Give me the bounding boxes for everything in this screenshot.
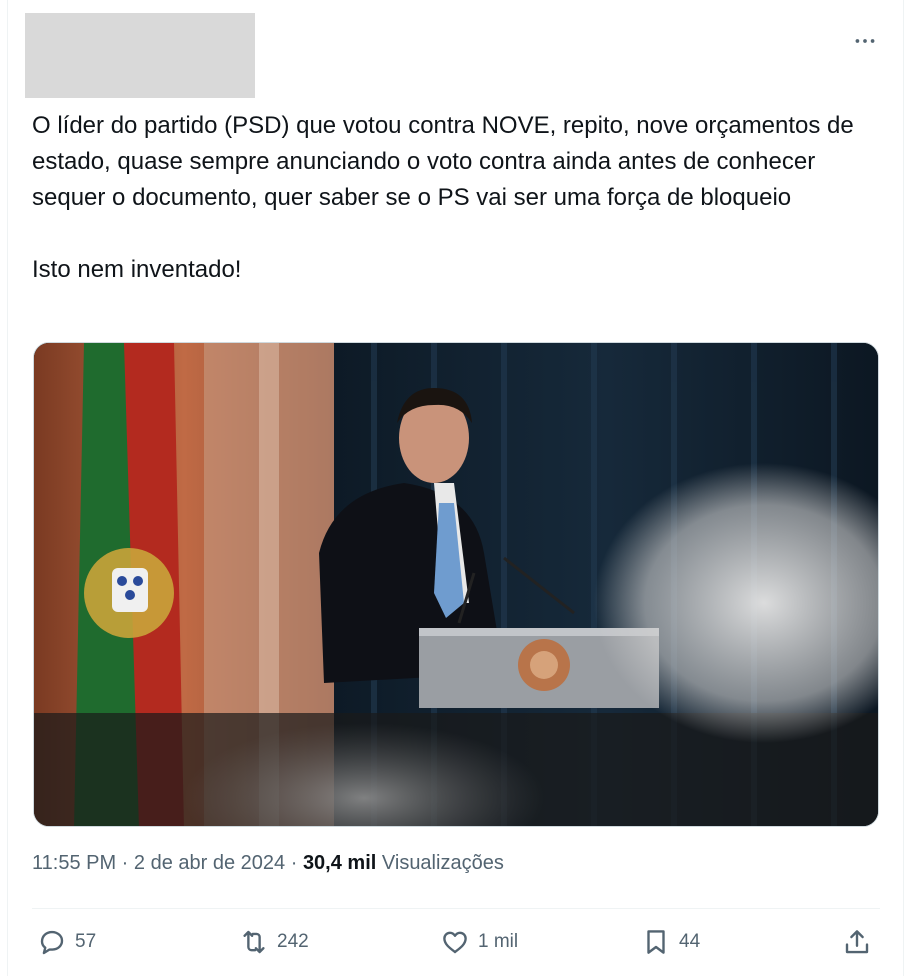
tweet-text: O líder do partido (PSD) que votou contr… [32, 108, 882, 288]
tweet-meta: 11:55 PM · 2 de abr de 2024 · 30,4 mil V… [32, 852, 504, 875]
share-button[interactable] [842, 920, 872, 964]
more-options-button[interactable] [850, 26, 880, 56]
meta-separator: · [285, 852, 303, 874]
action-bar: 57 242 1 mil 44 [0, 920, 912, 964]
reply-button[interactable]: 57 [37, 920, 96, 964]
repost-icon [243, 930, 265, 954]
share-icon [845, 930, 869, 954]
views-label[interactable]: Visualizações [382, 852, 504, 874]
divider [32, 908, 880, 909]
reply-count: 57 [75, 931, 97, 952]
heart-icon [443, 931, 467, 954]
like-count: 1 mil [478, 931, 519, 952]
tweet-date[interactable]: 2 de abr de 2024 [134, 852, 285, 874]
bookmark-count: 44 [679, 931, 701, 952]
like-button[interactable]: 1 mil [440, 920, 518, 964]
avatar-redacted[interactable] [25, 13, 255, 98]
tweet-paragraph: Isto nem inventado! [32, 256, 242, 283]
tweet-time[interactable]: 11:55 PM [32, 852, 116, 874]
bookmark-button[interactable]: 44 [641, 920, 700, 964]
ellipsis-icon [855, 39, 875, 43]
views-count[interactable]: 30,4 mil [303, 852, 376, 874]
repost-button[interactable]: 242 [239, 920, 309, 964]
photo-illustration [34, 343, 878, 826]
repost-count: 242 [277, 931, 309, 952]
tweet-paragraph: O líder do partido (PSD) que votou contr… [32, 112, 854, 211]
bookmark-icon [647, 930, 665, 954]
tweet-photo[interactable] [33, 342, 879, 827]
meta-separator: · [116, 852, 134, 874]
reply-icon [40, 930, 64, 955]
